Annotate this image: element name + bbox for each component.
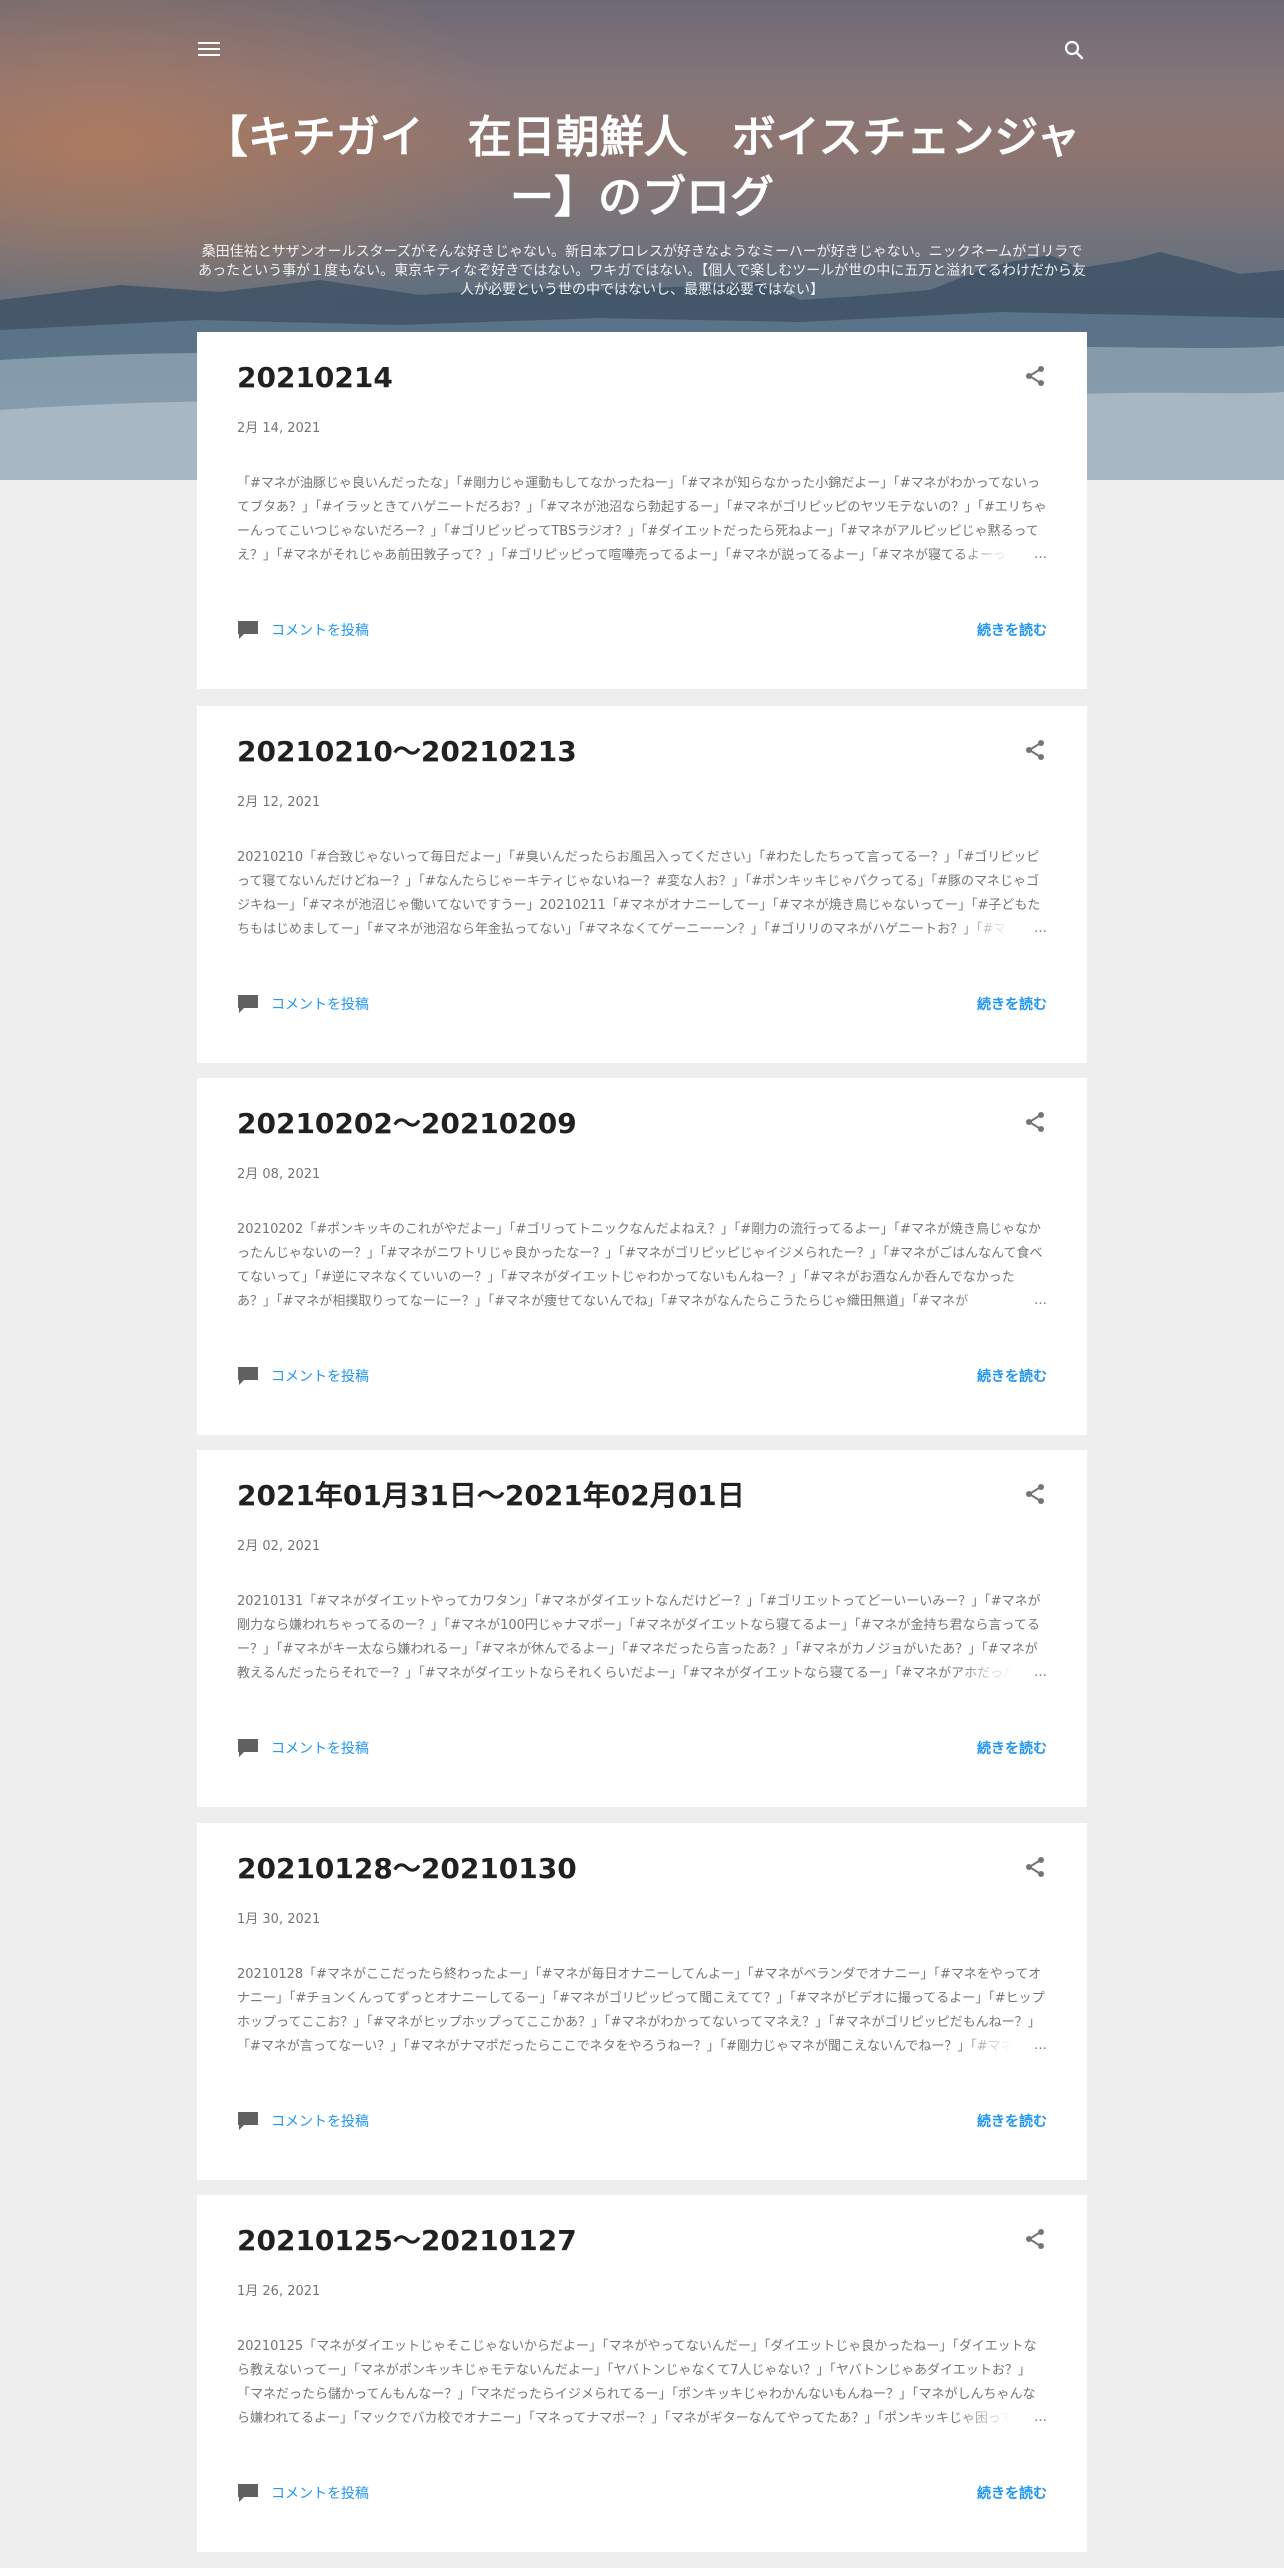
comment-label: コメントを投稿: [271, 2486, 369, 2502]
post-card: 20210128～20210130 1月 30, 2021 20210128「#…: [197, 1823, 1087, 2180]
post-date: 1月 30, 2021: [237, 1912, 321, 1927]
post-card: 20210202～20210209 2月 08, 2021 20210202「#…: [197, 1078, 1087, 1435]
post-title[interactable]: 20210214: [237, 358, 393, 398]
comment-icon: [238, 1367, 258, 1385]
read-more-link[interactable]: 続きを読む: [977, 2483, 1047, 2503]
post-snippet: 20210210「#合致じゃないって毎日だよー」「#臭いんだったらお風呂入ってく…: [237, 846, 1047, 941]
post-title[interactable]: 20210128～20210130: [237, 1849, 577, 1889]
share-icon[interactable]: [1023, 1855, 1047, 1879]
post-snippet: 20210125「マネがダイエットじゃそこじゃないからだよー」「マネがやってない…: [237, 2335, 1047, 2430]
post-date: 2月 08, 2021: [237, 1167, 321, 1182]
post-date: 1月 26, 2021: [237, 2284, 321, 2299]
post-title[interactable]: 2021年01月31日～2021年02月01日: [237, 1476, 745, 1516]
post-date: 2月 12, 2021: [237, 795, 321, 810]
post-title[interactable]: 20210202～20210209: [237, 1104, 577, 1144]
read-more-link[interactable]: 続きを読む: [977, 1366, 1047, 1386]
comment-label: コメントを投稿: [271, 1369, 369, 1385]
post-title[interactable]: 20210210～20210213: [237, 732, 577, 772]
comment-label: コメントを投稿: [271, 2114, 369, 2130]
post-comment-link[interactable]: コメントを投稿: [237, 1738, 369, 1758]
comment-label: コメントを投稿: [271, 623, 369, 639]
share-icon[interactable]: [1023, 1110, 1047, 1134]
post-comment-link[interactable]: コメントを投稿: [237, 620, 369, 640]
post-date: 2月 14, 2021: [237, 421, 321, 436]
comment-icon: [238, 621, 258, 639]
post-snippet: 「#マネが油豚じゃ良いんだったな」「#剛力じゃ運動もしてなかったねー」「#マネが…: [237, 472, 1047, 567]
post-comment-link[interactable]: コメントを投稿: [237, 1366, 369, 1386]
post-snippet: 20210131「#マネがダイエットやってカワタン」「#マネがダイエットなんだけ…: [237, 1590, 1047, 1685]
read-more-link[interactable]: 続きを読む: [977, 2111, 1047, 2131]
read-more-link[interactable]: 続きを読む: [977, 994, 1047, 1014]
search-icon[interactable]: [1062, 38, 1086, 62]
post-comment-link[interactable]: コメントを投稿: [237, 994, 369, 1014]
post-snippet: 20210202「#ポンキッキのこれがやだよー」「#ゴリってトニックなんだよねえ…: [237, 1218, 1047, 1313]
post-card: 2021年01月31日～2021年02月01日 2月 02, 2021 2021…: [197, 1450, 1087, 1807]
blog-description: 桑田佳祐とサザンオールスターズがそんな好きじゃない。新日本プロレスが好きなような…: [198, 244, 1086, 298]
comment-label: コメントを投稿: [271, 1741, 369, 1757]
post-date: 2月 02, 2021: [237, 1539, 321, 1554]
read-more-link[interactable]: 続きを読む: [977, 620, 1047, 640]
post-card: 20210210～20210213 2月 12, 2021 20210210「#…: [197, 706, 1087, 1063]
share-icon[interactable]: [1023, 738, 1047, 762]
hamburger-menu-icon[interactable]: [198, 38, 220, 60]
post-comment-link[interactable]: コメントを投稿: [237, 2483, 369, 2503]
post-snippet: 20210128「#マネがここだったら終わったよー」「#マネが毎日オナニーしてん…: [237, 1963, 1047, 2058]
comment-icon: [238, 1739, 258, 1757]
post-card: 20210125～20210127 1月 26, 2021 20210125「マ…: [197, 2195, 1087, 2552]
share-icon[interactable]: [1023, 364, 1047, 388]
share-icon[interactable]: [1023, 2227, 1047, 2251]
read-more-link[interactable]: 続きを読む: [977, 1738, 1047, 1758]
comment-icon: [238, 995, 258, 1013]
comment-label: コメントを投稿: [271, 997, 369, 1013]
post-card: 20210214 2月 14, 2021 「#マネが油豚じゃ良いんだったな」「#…: [197, 332, 1087, 689]
blog-title[interactable]: 【キチガイ 在日朝鮮人 ボイスチェンジャー】のブログ: [200, 108, 1084, 228]
post-comment-link[interactable]: コメントを投稿: [237, 2111, 369, 2131]
comment-icon: [238, 2112, 258, 2130]
comment-icon: [238, 2484, 258, 2502]
share-icon[interactable]: [1023, 1482, 1047, 1506]
post-title[interactable]: 20210125～20210127: [237, 2221, 577, 2261]
